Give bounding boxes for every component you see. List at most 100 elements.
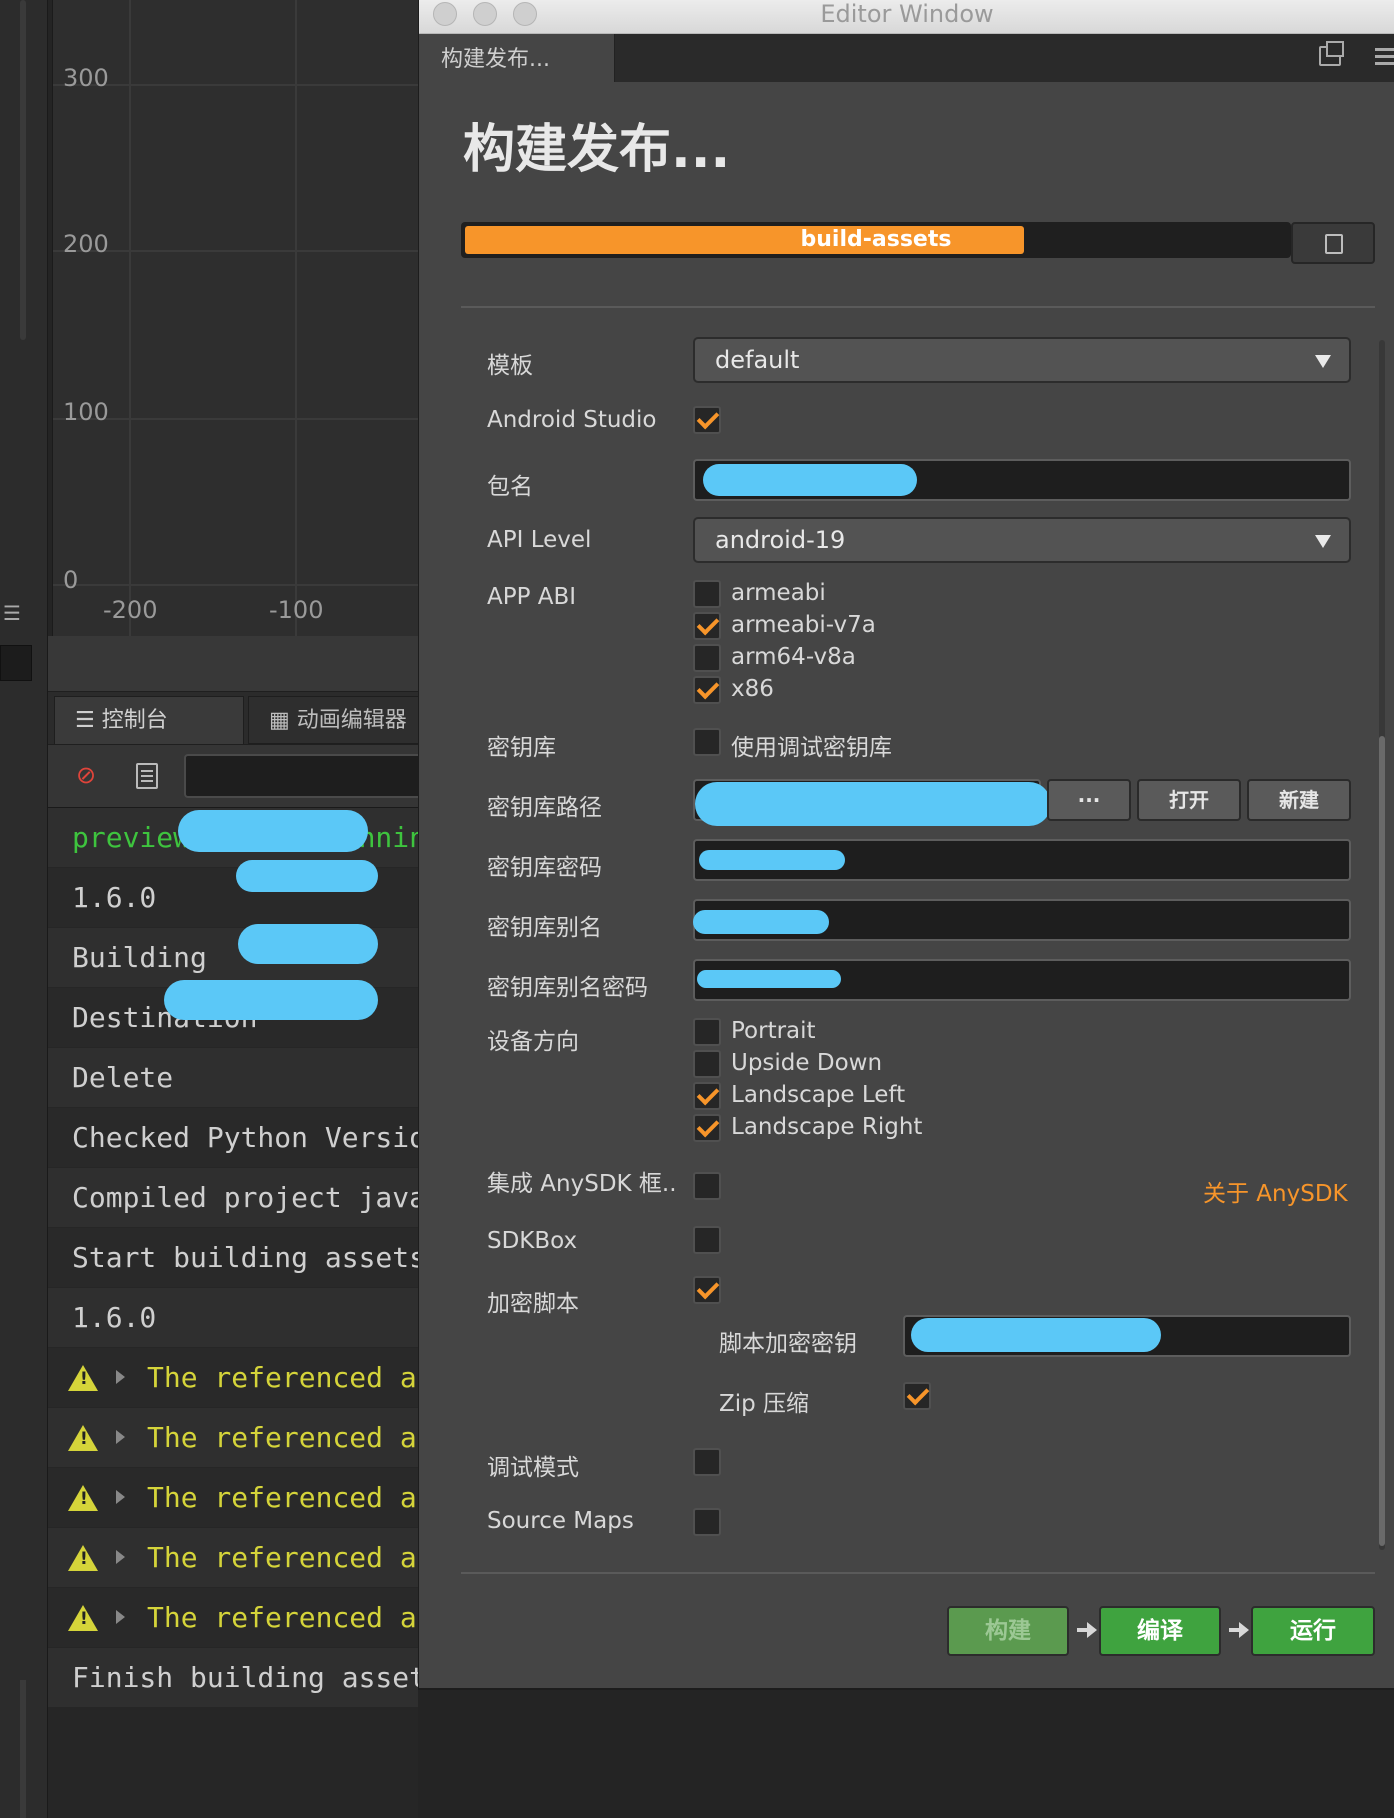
sdkbox-checkbox[interactable]	[693, 1226, 721, 1254]
keystore-path-label: 密钥库路径	[487, 795, 602, 821]
api-level-select[interactable]: android-19	[693, 517, 1351, 563]
abi-x86-checkbox[interactable]	[693, 676, 721, 704]
package-name-label: 包名	[487, 474, 533, 500]
anysdk-checkbox[interactable]	[693, 1172, 721, 1200]
debug-mode-checkbox[interactable]	[693, 1448, 721, 1476]
expand-arrow-icon[interactable]	[116, 1550, 125, 1564]
warning-icon: !	[68, 1485, 98, 1511]
console-log-text: Building	[72, 941, 207, 974]
grid-line	[295, 0, 297, 636]
console-log-row: Start building assets	[48, 1228, 418, 1288]
sidebar-scrollbar[interactable]	[20, 0, 26, 340]
redacted-text	[178, 810, 368, 852]
arrow-right-icon	[1077, 1620, 1097, 1640]
orientation-option-label: Landscape Right	[731, 1114, 923, 1140]
animation-graph[interactable]: 300 200 100 0 -200 -100	[52, 0, 418, 636]
console-log-row: 1.6.0	[48, 1288, 418, 1348]
keystore-password-label: 密钥库密码	[487, 855, 602, 881]
orientation-upside-down-checkbox[interactable]	[693, 1050, 721, 1078]
app-abi-label: APP ABI	[487, 584, 577, 610]
orientation-landscape-left-checkbox[interactable]	[693, 1082, 721, 1110]
y-tick-label: 300	[63, 64, 109, 92]
warning-icon: !	[68, 1605, 98, 1631]
compile-button[interactable]: 编译	[1099, 1606, 1221, 1656]
open-log-file-icon[interactable]	[136, 763, 158, 789]
encrypt-script-checkbox[interactable]	[693, 1276, 721, 1304]
divider	[461, 1572, 1375, 1574]
redacted-text	[164, 980, 378, 1020]
sidebar-scrollbar-lower[interactable]	[20, 1680, 26, 1818]
android-studio-checkbox[interactable]	[693, 406, 721, 434]
abi-option-label: x86	[731, 676, 774, 702]
chevron-down-icon	[1315, 355, 1331, 368]
console-log-row[interactable]: ! The referenced a	[48, 1528, 418, 1588]
console-log-text: The referenced a	[147, 1361, 417, 1394]
build-progress-label: build-assets	[800, 227, 952, 252]
template-label: 模板	[487, 353, 533, 379]
zip-compress-checkbox[interactable]	[903, 1382, 931, 1410]
template-select[interactable]: default	[693, 337, 1351, 383]
source-maps-label: Source Maps	[487, 1508, 634, 1534]
console-log-text: Checked Python Versio	[72, 1121, 418, 1154]
console-log-text: The referenced a	[147, 1541, 417, 1574]
sdkbox-label: SDKBox	[487, 1228, 578, 1254]
redacted-text	[703, 464, 917, 496]
console-log-text: 1.6.0	[72, 1301, 157, 1334]
divider	[461, 306, 1375, 308]
expand-arrow-icon[interactable]	[116, 1370, 125, 1384]
new-keystore-button[interactable]: 新建	[1247, 779, 1351, 821]
orientation-portrait-checkbox[interactable]	[693, 1018, 721, 1046]
run-button[interactable]: 运行	[1251, 1606, 1375, 1656]
redacted-text	[236, 860, 378, 892]
hamburger-menu-icon[interactable]: ☰	[0, 600, 24, 626]
redacted-text	[693, 910, 829, 934]
form-scrollbar[interactable]	[1379, 340, 1385, 1550]
build-window: Editor Window 构建发布... 构建发布... build-asse…	[418, 0, 1394, 1690]
clear-console-icon[interactable]: ⊘	[76, 763, 100, 787]
source-maps-checkbox[interactable]	[693, 1508, 721, 1536]
popout-window-icon[interactable]	[1319, 41, 1344, 66]
keystore-label: 密钥库	[487, 735, 556, 761]
warning-icon: !	[68, 1365, 98, 1391]
console-log-text: The referenced a	[147, 1601, 417, 1634]
browse-keystore-button[interactable]: ···	[1047, 779, 1131, 821]
window-titlebar[interactable]: Editor Window	[419, 0, 1394, 34]
open-keystore-button[interactable]: 打开	[1137, 779, 1241, 821]
sidebar-input[interactable]	[0, 645, 32, 681]
orientation-landscape-right-checkbox[interactable]	[693, 1114, 721, 1142]
animation-editor-icon: ▦	[269, 708, 290, 733]
orientation-label: 设备方向	[487, 1029, 579, 1055]
abi-arm64-v8a-checkbox[interactable]	[693, 644, 721, 672]
about-anysdk-link[interactable]: 关于 AnySDK	[1203, 1174, 1348, 1208]
tab-animation-editor-label: 动画编辑器	[296, 708, 407, 733]
expand-arrow-icon[interactable]	[116, 1490, 125, 1504]
warning-icon: !	[68, 1425, 98, 1451]
console-panel: ☰ 控制台 ▦ 动画编辑器 ⊘ preview server runnin1.6…	[48, 692, 428, 1818]
console-log-row[interactable]: ! The referenced a	[48, 1408, 418, 1468]
tab-build-publish[interactable]: 构建发布...	[419, 34, 615, 82]
scrollbar-thumb[interactable]	[1379, 736, 1385, 1546]
console-log-row[interactable]: ! The referenced a	[48, 1348, 418, 1408]
use-debug-keystore-checkbox[interactable]	[693, 728, 721, 756]
window-title: Editor Window	[820, 0, 994, 28]
open-build-log-button[interactable]	[1291, 222, 1375, 264]
abi-armeabi-checkbox[interactable]	[693, 580, 721, 608]
window-menu-icon[interactable]	[1375, 48, 1394, 51]
expand-arrow-icon[interactable]	[116, 1430, 125, 1444]
left-sidebar-strip: ☰	[0, 0, 48, 1818]
build-button[interactable]: 构建	[947, 1606, 1069, 1656]
console-log-text: Delete	[72, 1061, 174, 1094]
console-log-text: The referenced a	[147, 1481, 417, 1514]
tab-animation-editor[interactable]: ▦ 动画编辑器	[248, 696, 428, 744]
tab-console[interactable]: ☰ 控制台	[54, 696, 244, 744]
console-filter-input[interactable]	[184, 754, 424, 798]
console-log-row[interactable]: ! The referenced a	[48, 1468, 418, 1528]
console-log-row: Delete	[48, 1048, 418, 1108]
keystore-alias-password-label: 密钥库别名密码	[487, 975, 648, 1001]
console-log-row: Finish building asset	[48, 1648, 418, 1708]
expand-arrow-icon[interactable]	[116, 1610, 125, 1624]
api-level-select-value: android-19	[715, 526, 846, 554]
console-log-row[interactable]: ! The referenced a	[48, 1588, 418, 1648]
abi-armeabi-v7a-checkbox[interactable]	[693, 612, 721, 640]
console-log-text: Finish building asset	[72, 1661, 418, 1694]
